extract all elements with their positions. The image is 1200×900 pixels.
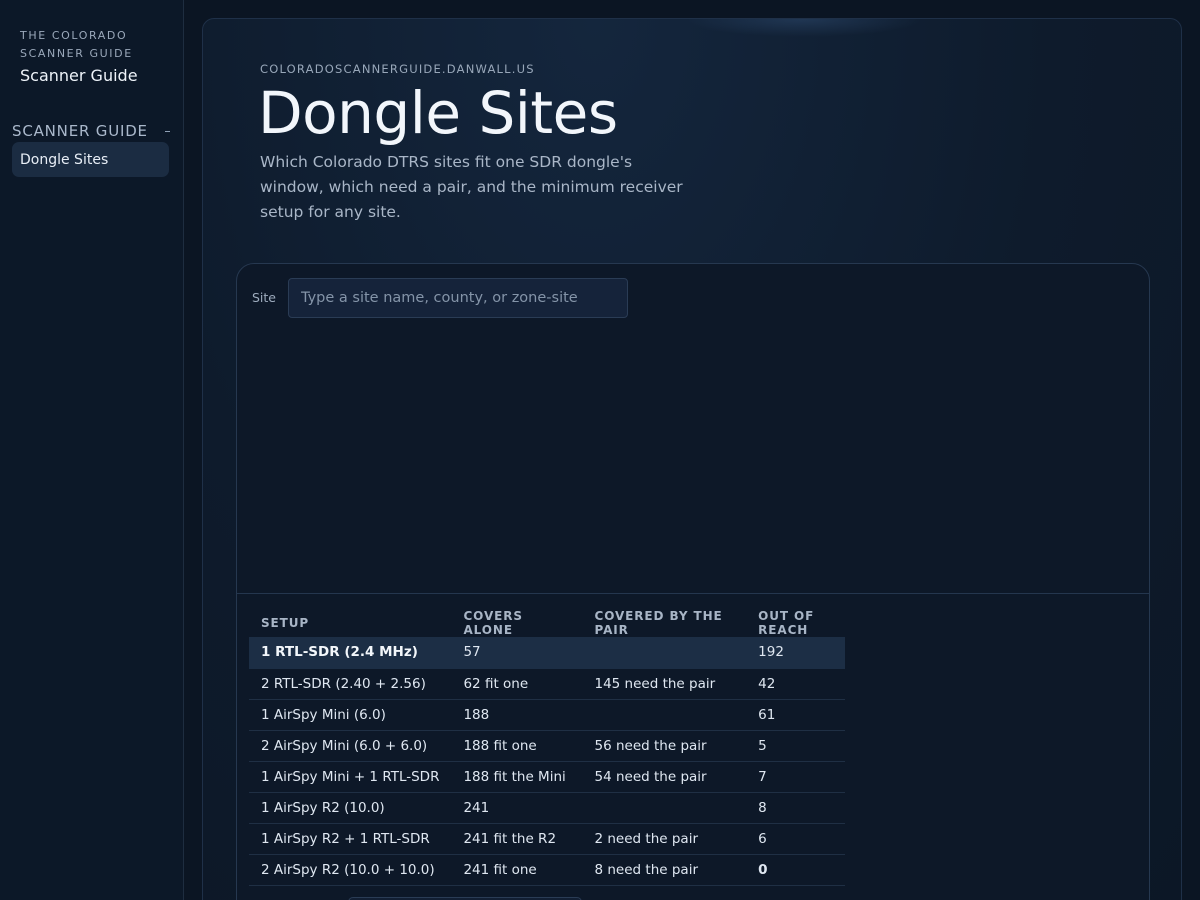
cell-covered-by-pair: 2 need the pair xyxy=(582,823,747,855)
cell-setup: 1 AirSpy R2 (10.0) xyxy=(249,792,452,824)
main-panel: COLORADOSCANNERGUIDE.DANWALL.US Dongle S… xyxy=(202,18,1182,900)
cell-covers-alone: 188 fit one xyxy=(451,730,583,762)
cell-covered-by-pair xyxy=(582,699,747,731)
table-row[interactable]: 1 AirSpy Mini + 1 RTL-SDR 188 fit the Mi… xyxy=(249,761,845,793)
table-row[interactable]: 1 AirSpy R2 + 1 RTL-SDR 241 fit the R2 2… xyxy=(249,823,845,855)
cell-out-of-reach: 5 xyxy=(746,730,845,762)
cell-setup: 2 AirSpy Mini (6.0 + 6.0) xyxy=(249,730,452,762)
cell-out-of-reach: 192 xyxy=(746,637,845,669)
table-row[interactable]: 1 RTL-SDR (2.4 MHz) 57 192 xyxy=(249,637,845,669)
cell-out-of-reach: 42 xyxy=(746,668,845,700)
page-description: Which Colorado DTRS sites fit one SDR do… xyxy=(260,153,683,221)
site-search-input[interactable] xyxy=(288,278,628,318)
table-row[interactable]: 2 RTL-SDR (2.40 + 2.56) 62 fit one 145 n… xyxy=(249,668,845,700)
cell-covered-by-pair: 145 need the pair xyxy=(582,668,747,700)
cell-setup: 1 AirSpy Mini + 1 RTL-SDR xyxy=(249,761,452,793)
sidebar-item-dongle-sites[interactable]: Dongle Sites xyxy=(12,142,169,177)
table-row[interactable]: 2 AirSpy Mini (6.0 + 6.0) 188 fit one 56… xyxy=(249,730,845,762)
cell-covered-by-pair: 8 need the pair xyxy=(582,854,747,886)
cell-out-of-reach: 7 xyxy=(746,761,845,793)
nav-section-header[interactable]: SCANNER GUIDE xyxy=(12,121,170,141)
column-header-out-of-reach: OUT OF REACH xyxy=(758,609,815,637)
cell-covered-by-pair: 56 need the pair xyxy=(582,730,747,762)
cell-covers-alone: 188 fit the Mini xyxy=(451,761,583,793)
table-row[interactable]: 1 AirSpy Mini (6.0) 188 61 xyxy=(249,699,845,731)
cell-covered-by-pair xyxy=(582,637,747,669)
cell-setup: 2 RTL-SDR (2.40 + 2.56) xyxy=(249,668,452,700)
page-title: Dongle Sites xyxy=(258,79,618,147)
brand-subtitle: THE COLORADO SCANNER GUIDE xyxy=(20,29,133,60)
collapse-icon[interactable] xyxy=(165,130,170,132)
column-header-covers-alone: COVERS ALONE xyxy=(463,609,523,637)
cell-covers-alone: 241 xyxy=(451,792,583,824)
cell-setup: 1 RTL-SDR (2.4 MHz) xyxy=(249,637,452,669)
cell-covers-alone: 188 xyxy=(451,699,583,731)
table-row[interactable]: 1 AirSpy R2 (10.0) 241 8 xyxy=(249,792,845,824)
app-root: THE COLORADO SCANNER GUIDE Scanner Guide… xyxy=(0,0,1200,900)
column-header-setup: SETUP xyxy=(261,616,310,630)
cell-out-of-reach: 61 xyxy=(746,699,845,731)
cell-covers-alone: 57 xyxy=(451,637,583,669)
card-divider xyxy=(237,593,1149,594)
dongle-sites-card: Site SETUP COVERS ALONE COVERED BY THE P… xyxy=(236,263,1150,900)
sidebar: THE COLORADO SCANNER GUIDE Scanner Guide… xyxy=(0,0,184,900)
cell-out-of-reach: 6 xyxy=(746,823,845,855)
column-header-covered-by-pair: COVERED BY THE PAIR xyxy=(594,609,723,637)
cell-covers-alone: 62 fit one xyxy=(451,668,583,700)
table-header-row: SETUP COVERS ALONE COVERED BY THE PAIR O… xyxy=(249,601,845,637)
site-label: Site xyxy=(252,290,276,305)
setup-table: SETUP COVERS ALONE COVERED BY THE PAIR O… xyxy=(249,601,845,886)
cell-out-of-reach: 8 xyxy=(746,792,845,824)
nav-section-label: SCANNER GUIDE xyxy=(12,122,148,140)
brand-title[interactable]: Scanner Guide xyxy=(20,66,138,85)
cell-covered-by-pair xyxy=(582,792,747,824)
cell-setup: 1 AirSpy Mini (6.0) xyxy=(249,699,452,731)
cell-setup: 2 AirSpy R2 (10.0 + 10.0) xyxy=(249,854,452,886)
cell-out-of-reach: 0 xyxy=(746,854,845,886)
cell-covered-by-pair: 54 need the pair xyxy=(582,761,747,793)
table-row[interactable]: 2 AirSpy R2 (10.0 + 10.0) 241 fit one 8 … xyxy=(249,854,845,886)
header-glow xyxy=(683,19,923,37)
site-domain: COLORADOSCANNERGUIDE.DANWALL.US xyxy=(260,62,535,76)
cell-covers-alone: 241 fit one xyxy=(451,854,583,886)
cell-covers-alone: 241 fit the R2 xyxy=(451,823,583,855)
cell-setup: 1 AirSpy R2 + 1 RTL-SDR xyxy=(249,823,452,855)
